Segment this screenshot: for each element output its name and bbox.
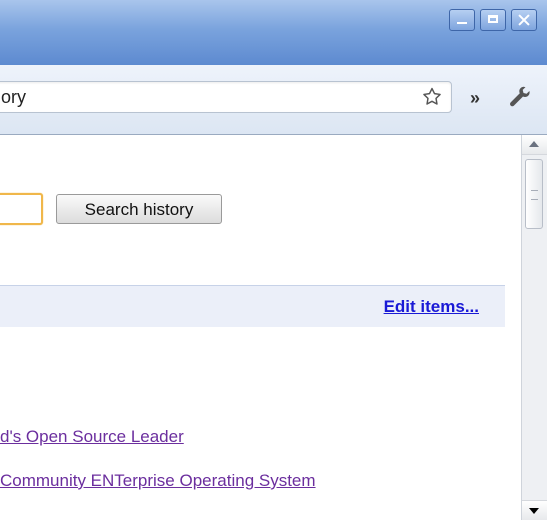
browser-toolbar: ory » [0, 65, 547, 135]
close-icon[interactable] [511, 9, 537, 31]
scroll-up-icon[interactable] [522, 135, 547, 155]
edit-items-link[interactable]: Edit items... [384, 297, 479, 317]
minimize-icon[interactable] [449, 9, 475, 31]
history-page: Search history Edit items... d's Open So… [0, 135, 521, 520]
scroll-thumb[interactable] [525, 159, 543, 229]
scroll-down-icon[interactable] [522, 500, 547, 520]
window-controls [449, 9, 537, 31]
address-text[interactable]: ory [1, 87, 26, 107]
window-titlebar[interactable] [0, 0, 547, 65]
star-icon[interactable] [421, 86, 443, 108]
history-entry-link[interactable]: Community ENTerprise Operating System [0, 471, 316, 491]
history-search-input[interactable] [0, 193, 43, 225]
history-edit-bar: Edit items... [0, 285, 505, 327]
browser-window: ory » Search history Edit items... d's O… [0, 0, 547, 520]
vertical-scrollbar[interactable] [521, 135, 547, 520]
chevron-icon[interactable]: » [463, 88, 487, 108]
search-history-button[interactable]: Search history [56, 194, 222, 224]
maximize-icon[interactable] [480, 9, 506, 31]
address-bar[interactable]: ory [0, 81, 452, 113]
history-entry-link[interactable]: d's Open Source Leader [0, 427, 184, 447]
wrench-icon[interactable] [505, 83, 533, 111]
